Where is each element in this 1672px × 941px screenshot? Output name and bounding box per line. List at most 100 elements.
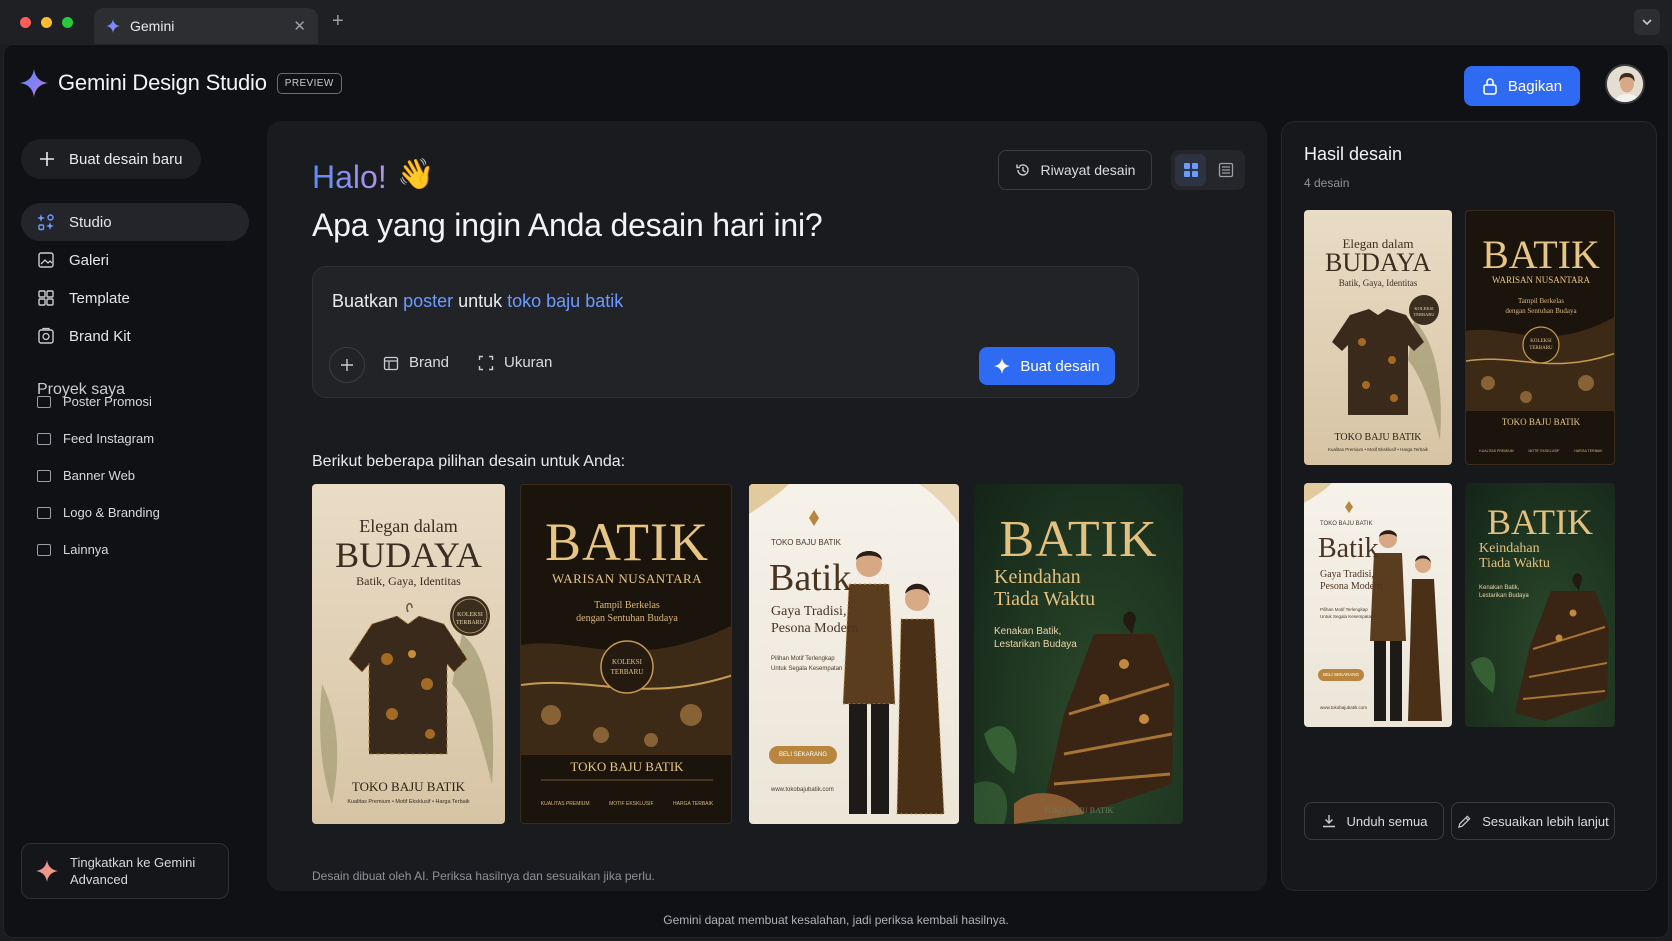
design-option-1[interactable]: Elegan dalam BUDAYA Batik, Gaya, Identit… [312,484,505,824]
poster-headline: Batik [769,557,852,599]
minimize-window-button[interactable] [41,17,52,28]
close-window-button[interactable] [20,17,31,28]
poster-store: TOKO BAJU BATIK [1501,417,1581,427]
design-option-2[interactable]: BATIK WARISAN NUSANTARA Tampil Berkelas … [520,484,732,824]
design-option-4[interactable]: BATIK Keindahan Tiada Waktu Kenakan Bati… [974,484,1183,824]
sidebar-item-galeri[interactable]: Galeri [21,241,249,279]
poster-small: Kenakan Batik, [1479,585,1520,591]
download-icon [1322,815,1335,828]
new-design-button[interactable]: Buat desain baru [21,139,201,179]
app-window: Gemini Design Studio PREVIEW Bagikan Bua… [3,44,1669,938]
brand-tool-button[interactable]: Brand [383,354,449,371]
sidebar-item-studio[interactable]: Studio [21,203,249,241]
list-view-button[interactable] [1210,154,1241,186]
batik-couple-illustration [1304,483,1442,721]
poster-small: Untuk Segala Kesempatan [771,666,843,672]
window-controls [20,17,73,28]
poster-tagline: Kualitas Premium • Motif Eksklusif • Har… [1327,447,1429,452]
poster-small: Lestarikan Budaya [994,639,1077,650]
create-design-button[interactable]: Buat desain [979,347,1115,385]
history-label: Riwayat desain [1040,162,1136,178]
poster-line: Batik, Gaya, Identitas [356,574,461,588]
grid-view-button[interactable] [1175,154,1206,186]
user-avatar[interactable] [1605,64,1645,104]
list-icon [1218,162,1233,178]
sparkle-grid-icon [37,213,55,231]
sidebar-item-brand-kit[interactable]: Brand Kit [21,317,249,355]
share-button[interactable]: Bagikan [1464,66,1580,106]
sidebar-item-template[interactable]: Template [21,279,249,317]
result-thumbnail-1[interactable]: Elegan dalam BUDAYA Batik, Gaya, Identit… [1304,210,1452,465]
poster-badge: KOLEKSI TERBARU [607,657,647,677]
poster-store: TOKO BAJU BATIK [351,779,466,794]
project-item-poster-promosi[interactable]: Poster Promosi [37,383,160,420]
close-tab-icon[interactable]: ✕ [293,17,306,35]
new-design-label: Buat desain baru [69,150,183,168]
prompt-highlight-poster: poster [403,291,454,311]
poster-tagline: Kualitas Premium • Motif Eksklusif • Har… [347,799,470,805]
resize-icon [478,355,494,370]
browser-chrome: Gemini ✕ + [0,0,1672,44]
poster-line: dengan Sentuhan Budaya [1505,307,1577,315]
project-item-feed-instagram[interactable]: Feed Instagram [37,420,160,457]
project-item-banner-web[interactable]: Banner Web [37,457,160,494]
grid-icon [1183,163,1198,177]
poster-cta: BELI SEKARANG [778,752,828,758]
new-tab-button[interactable]: + [332,10,344,33]
sidebar-item-label: Galeri [69,251,110,269]
poster-line: dengan Sentuhan Budaya [576,613,678,624]
download-all-button[interactable]: Unduh semua [1304,802,1444,840]
maximize-window-button[interactable] [62,17,73,28]
poster-line: Pesona Modern [1320,581,1383,592]
poster-headline: Batik [1318,533,1379,564]
size-tool-label: Ukuran [504,354,553,371]
upgrade-button[interactable]: Tingkatkan ke Gemini Advanced [21,843,229,899]
sidebar-nav: Studio Galeri Template Brand Kit [21,203,249,355]
design-history-button[interactable]: Riwayat desain [998,150,1152,190]
result-thumbnail-2[interactable]: BATIK WARISAN NUSANTARA Tampil Berkelas … [1465,210,1615,465]
image-icon [37,395,51,408]
poster-line: WARISAN NUSANTARA [1491,275,1591,285]
preview-badge: PREVIEW [276,72,342,94]
poster-badge: KOLEKSI TERBARU [1526,338,1556,352]
add-attachment-button[interactable] [329,347,365,383]
poster-store: TOKO BAJU BATIK [771,538,841,547]
poster-badge: KOLEKSI TERBARU [452,611,488,627]
size-tool-button[interactable]: Ukuran [478,354,552,371]
poster-url: www.tokobajubatik.com [1320,705,1368,710]
project-item-logo-branding[interactable]: Logo & Branding [37,494,160,531]
poster-line: Gaya Tradisi, [771,604,847,619]
poster-headline: BATIK [545,512,709,572]
badge-text: KOLEKSI [1530,339,1552,344]
greeting: Halo! [312,159,387,195]
design-option-3[interactable]: TOKO BAJU BATIK Batik Gaya Tradisi, Peso… [749,484,959,824]
lock-icon [1483,78,1497,95]
poster-store: TOKO BAJU BATIK [1334,432,1422,443]
customize-button[interactable]: Sesuaikan lebih lanjut [1451,802,1615,840]
image-icon [37,432,51,445]
history-icon [1015,164,1029,176]
project-label: Feed Instagram [63,431,155,446]
prompt-input[interactable]: Buatkan poster untuk toko baju batik Bra… [312,266,1139,398]
browser-tab[interactable]: Gemini ✕ [94,8,318,44]
disclaimer: Gemini dapat membuat kesalahan, jadi per… [663,913,1009,927]
sidebar-item-label: Studio [69,213,112,231]
projects-list: Poster Promosi Feed Instagram Banner Web… [37,383,160,568]
image-icon [37,543,51,556]
view-toggle [1171,150,1245,190]
pencil-icon [1458,814,1471,828]
image-icon [37,251,55,269]
result-thumbnail-3[interactable]: TOKO BAJU BATIK Batik Gaya Tradisi, Peso… [1304,483,1452,727]
ai-footer-note: Desain dibuat oleh AI. Periksa hasilnya … [312,869,655,883]
project-label: Banner Web [63,468,136,483]
poster-line: Keindahan [1479,541,1540,556]
project-item-lainnya[interactable]: Lainnya [37,531,160,568]
feature-text: HARGA TERBAIK [1574,449,1603,453]
poster-line: Batik, Gaya, Identitas [1338,278,1418,288]
tab-menu-button[interactable] [1634,9,1660,35]
result-thumbnail-4[interactable]: BATIK Keindahan Tiada Waktu Kenakan Bati… [1465,483,1615,727]
poster-line: WARISAN NUSANTARA [551,571,703,586]
poster-line: Tampil Berkelas [594,600,660,611]
poster-badge: KOLEKSI TERBARU [1410,306,1438,318]
prompt-text[interactable]: Buatkan poster untuk toko baju batik [332,291,623,312]
